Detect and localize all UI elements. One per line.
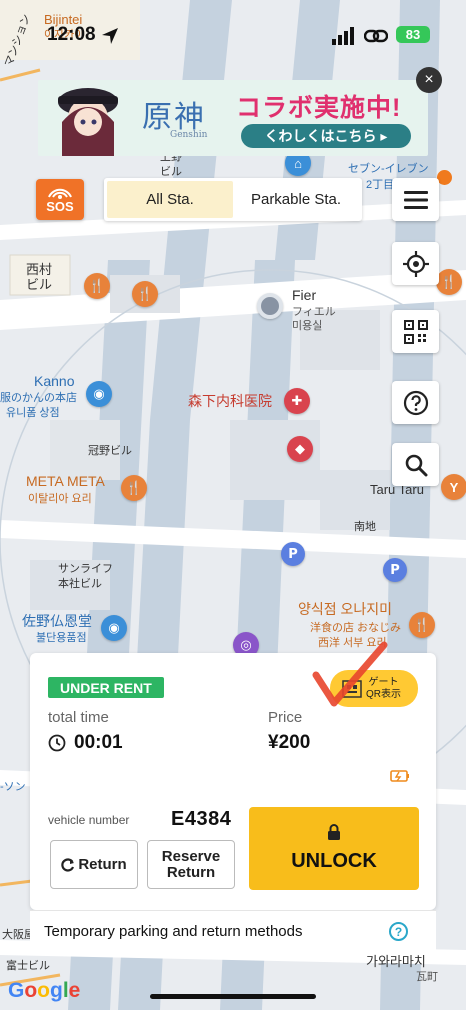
menu-button[interactable] <box>392 178 439 221</box>
link-icon <box>364 29 388 43</box>
station-filter-tabs: All Sta. Parkable Sta. <box>104 178 362 221</box>
help-circle-icon[interactable]: ? <box>389 922 408 941</box>
map-label-kanno: Kanno <box>34 373 75 389</box>
price-value: ¥200 <box>268 732 311 753</box>
price-label: Price <box>268 709 303 726</box>
map-label-seven: セブン-イレブン <box>348 163 429 175</box>
map-label-gawara: 가와라마치 <box>366 954 426 969</box>
sos-label: SOS <box>46 199 74 214</box>
question-icon <box>403 390 428 415</box>
restaurant-pin-icon[interactable]: 🍴 <box>436 269 462 295</box>
hamburger-icon <box>403 190 428 209</box>
status-badge: UNDER RENT <box>48 677 164 698</box>
collab-text: コラボ実施中! <box>236 94 402 122</box>
map-label-nanchi: 南地 <box>354 521 376 533</box>
character-illustration <box>58 88 118 156</box>
help-button[interactable] <box>392 381 439 424</box>
locate-me-button[interactable] <box>392 242 439 285</box>
clock-icon <box>48 734 66 752</box>
signal-icon <box>332 27 354 45</box>
map-label-fier-kr: 미용실 <box>292 320 323 332</box>
restaurant-pin-icon[interactable]: 🍴 <box>84 273 110 299</box>
map-label-kanno-kr: 유니폼 상점 <box>6 407 60 419</box>
map-label-sunlife: サンライフ 本社ビル <box>58 563 113 590</box>
shop-pin-icon[interactable]: ◉ <box>101 615 127 641</box>
map-label-sano-kr: 불단용품점 <box>36 632 87 644</box>
sos-button[interactable]: SOS <box>36 179 84 220</box>
promo-banner[interactable]: 原神 Genshin コラボ実施中! くわしくはこちら ▸ <box>38 80 428 156</box>
total-time-label: total time <box>48 709 109 726</box>
map-label-fier: Fier <box>292 287 317 303</box>
checkmark-icon <box>312 641 388 707</box>
vehicle-number: E4384 <box>171 808 232 830</box>
refresh-icon <box>61 857 75 872</box>
total-time-value: 00:01 <box>74 732 123 753</box>
qr-code-icon <box>403 319 428 344</box>
parking-methods-link[interactable]: Temporary parking and return methods ? <box>30 910 436 952</box>
map-label-chome: 2丁目 <box>366 179 395 191</box>
banner-more-button[interactable]: くわしくはこちら ▸ <box>241 124 411 148</box>
reserve-return-button[interactable]: Reserve Return <box>147 840 235 889</box>
shop-pin-icon[interactable]: ◉ <box>86 381 112 407</box>
restaurant-pin-icon[interactable]: 🍴 <box>132 281 158 307</box>
map-label-meta-kr: 이탈리아 요리 <box>28 493 92 505</box>
qr-scan-button[interactable] <box>392 310 439 353</box>
battery-indicator: 83 <box>396 26 430 43</box>
location-arrow-icon <box>102 28 118 44</box>
unlock-button[interactable]: UNLOCK <box>249 807 419 890</box>
unlock-label: UNLOCK <box>291 850 377 872</box>
clinic-pin-icon[interactable]: ✚ <box>284 388 310 414</box>
crosshair-icon <box>402 250 429 277</box>
dental-pin-icon[interactable]: ◆ <box>287 436 313 462</box>
map-label-kanmuri: 冠野ビル <box>88 445 132 457</box>
map-label-son: -ソン <box>0 781 26 793</box>
map-label-yangsik: 양식점 오나지미 <box>298 601 393 617</box>
rental-panel: UNDER RENT ゲート QR表示 total time 00:01 Pri… <box>30 641 436 910</box>
bar-pin-icon[interactable]: Y <box>441 474 466 500</box>
tab-parkable-stations[interactable]: Parkable Sta. <box>233 181 359 218</box>
notification-dot <box>437 170 452 185</box>
google-logo: Google <box>8 979 81 1002</box>
lock-icon <box>328 824 340 840</box>
broadcast-icon <box>48 188 72 199</box>
map-label-gawara-jp: 瓦町 <box>416 971 438 983</box>
map-label-morishita: 森下内科医院 <box>188 393 272 409</box>
restaurant-pin-icon[interactable]: 🍴 <box>409 612 435 638</box>
return-button[interactable]: Return <box>50 840 138 889</box>
parking-methods-text: Temporary parking and return methods <box>44 923 303 940</box>
magnifier-icon <box>405 454 427 476</box>
battery-low-icon <box>390 770 409 782</box>
map-label-yangsik-jp: 洋食の店 おなじみ <box>310 622 402 634</box>
banner-close-button[interactable]: × <box>416 67 442 93</box>
map-label-sano: 佐野仏恩堂 <box>22 613 92 629</box>
restaurant-pin-icon[interactable]: 🍴 <box>121 475 147 501</box>
home-indicator <box>150 994 316 999</box>
status-time: 12:08 <box>47 24 96 45</box>
map-label-nishimura: 西村 ビル <box>26 262 53 292</box>
map-label-fier-kana: フィエル <box>292 306 336 318</box>
vehicle-number-label: vehicle number <box>48 813 130 827</box>
salon-pin-icon[interactable] <box>257 293 283 319</box>
game-subtitle: Genshin <box>170 130 208 140</box>
map-label-meta: META META <box>26 473 105 489</box>
map-label-fuji: 富士ビル <box>6 960 50 972</box>
parking-pin-icon[interactable]: P <box>383 558 407 582</box>
close-icon: × <box>424 71 434 88</box>
parking-pin-icon[interactable]: P <box>281 542 305 566</box>
search-button[interactable] <box>392 443 439 486</box>
return-label: Return <box>78 855 127 873</box>
tab-all-stations[interactable]: All Sta. <box>107 181 233 218</box>
map-label-kanno-jp: 服のかんの本店 <box>0 392 77 404</box>
